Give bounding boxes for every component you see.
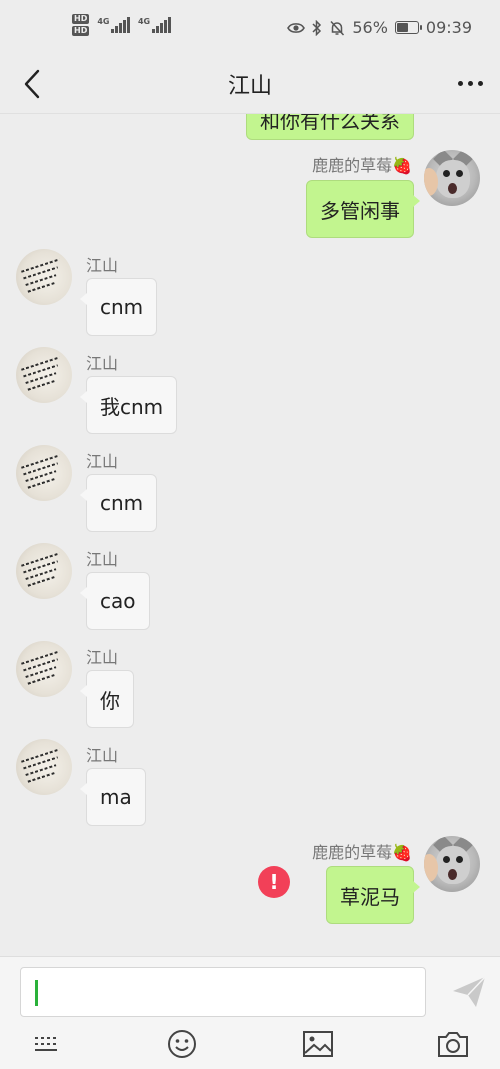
hd2-label: HD xyxy=(72,26,90,36)
status-right: 56% 09:39 xyxy=(287,18,472,37)
network-type-2: 4G xyxy=(137,17,151,26)
sender-name: 江山 xyxy=(86,354,119,373)
send-icon xyxy=(453,976,486,1007)
sender-name: 江山 xyxy=(86,452,119,471)
bell-muted-icon xyxy=(330,20,345,36)
message-bubble-mine[interactable]: 草泥马 xyxy=(326,866,420,924)
sender-name: 江山 xyxy=(86,648,119,667)
battery-percent: 56% xyxy=(352,18,388,37)
emoji-icon xyxy=(168,1030,196,1058)
avatar-contact[interactable] xyxy=(16,739,72,795)
hd-indicator: HD HD xyxy=(72,14,90,36)
sender-name: 鹿鹿的草莓🍓 xyxy=(312,843,412,862)
avatar-mine[interactable] xyxy=(424,150,480,206)
avatar-contact[interactable] xyxy=(16,641,72,697)
message-bubble-contact[interactable]: 你 xyxy=(80,670,134,728)
sender-name: 江山 xyxy=(86,550,119,569)
keyboard-icon xyxy=(35,1037,57,1051)
message-bubble-mine[interactable]: 和你有什么关系 xyxy=(246,114,414,140)
avatar-contact[interactable] xyxy=(16,347,72,403)
emoji-button[interactable] xyxy=(165,1029,199,1059)
avatar-contact[interactable] xyxy=(16,445,72,501)
send-button[interactable] xyxy=(450,973,488,1011)
status-bar: HD HD 4G 4G 56% 09:39 xyxy=(0,0,500,56)
keyboard-button[interactable] xyxy=(30,1029,64,1059)
chat-title: 江山 xyxy=(227,74,272,99)
message-bubble-mine[interactable]: 多管闲事 xyxy=(306,180,420,238)
sender-name: 江山 xyxy=(86,256,119,275)
image-icon xyxy=(303,1031,333,1057)
exclamation-icon[interactable]: ! xyxy=(258,866,290,898)
eye-icon xyxy=(287,22,306,33)
message-bubble-contact[interactable]: 我cnm xyxy=(79,376,178,434)
avatar-mine[interactable] xyxy=(424,836,480,892)
camera-icon xyxy=(438,1032,468,1057)
input-bar xyxy=(0,956,500,1069)
avatar-contact[interactable] xyxy=(16,543,72,599)
battery-fill xyxy=(396,23,408,32)
image-button[interactable] xyxy=(301,1029,335,1059)
message-bubble-contact[interactable]: cnm xyxy=(79,474,158,532)
title-bar: 江山 xyxy=(0,56,500,114)
status-left: HD HD 4G 4G xyxy=(72,14,171,36)
signal-bars-icon xyxy=(152,17,171,33)
sender-name: 鹿鹿的草莓🍓 xyxy=(312,156,412,175)
more-dots-icon xyxy=(457,80,483,86)
bluetooth-icon xyxy=(312,19,322,36)
status-time: 09:39 xyxy=(425,18,472,37)
text-caret xyxy=(35,980,38,1006)
signal-1: 4G xyxy=(97,17,130,33)
signal-2: 4G xyxy=(138,17,171,33)
network-type-1: 4G xyxy=(97,17,110,26)
message-bubble-contact[interactable]: cnm xyxy=(79,278,158,336)
camera-button[interactable] xyxy=(436,1029,470,1059)
chat-area[interactable]: 和你有什么关系 鹿鹿的草莓🍓 多管闲事 江山 cnm 江山 我cnm 江山 cn… xyxy=(0,114,500,956)
battery-icon xyxy=(394,21,422,34)
hd1-label: HD xyxy=(72,14,90,24)
message-bubble-contact[interactable]: cao xyxy=(80,572,150,630)
message-bubble-contact[interactable]: ma xyxy=(80,768,146,826)
avatar-contact[interactable] xyxy=(16,249,72,305)
signal-bars-icon xyxy=(111,17,130,33)
more-button[interactable] xyxy=(452,68,488,98)
sender-name: 江山 xyxy=(86,746,119,765)
message-input[interactable] xyxy=(20,967,426,1017)
